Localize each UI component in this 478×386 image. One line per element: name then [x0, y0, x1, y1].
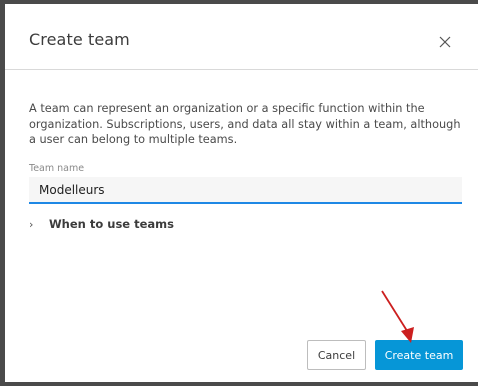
team-name-input[interactable] — [29, 177, 462, 204]
team-name-label: Team name — [29, 163, 85, 174]
backdrop-bottom-edge — [0, 382, 478, 386]
dialog-header: Create team — [5, 4, 478, 70]
accordion-label: When to use teams — [49, 217, 174, 231]
dialog-description: A team can represent an organization or … — [29, 102, 461, 146]
when-to-use-teams-accordion[interactable]: › When to use teams — [29, 215, 174, 233]
chevron-right-icon: › — [29, 217, 34, 231]
create-team-button[interactable]: Create team — [375, 340, 463, 370]
create-team-dialog: Create team A team can represent an orga… — [5, 4, 478, 382]
close-icon — [439, 36, 451, 48]
close-button[interactable] — [435, 32, 455, 52]
page: Create team A team can represent an orga… — [0, 0, 478, 386]
cancel-button[interactable]: Cancel — [307, 340, 366, 370]
dialog-title: Create team — [29, 30, 130, 49]
